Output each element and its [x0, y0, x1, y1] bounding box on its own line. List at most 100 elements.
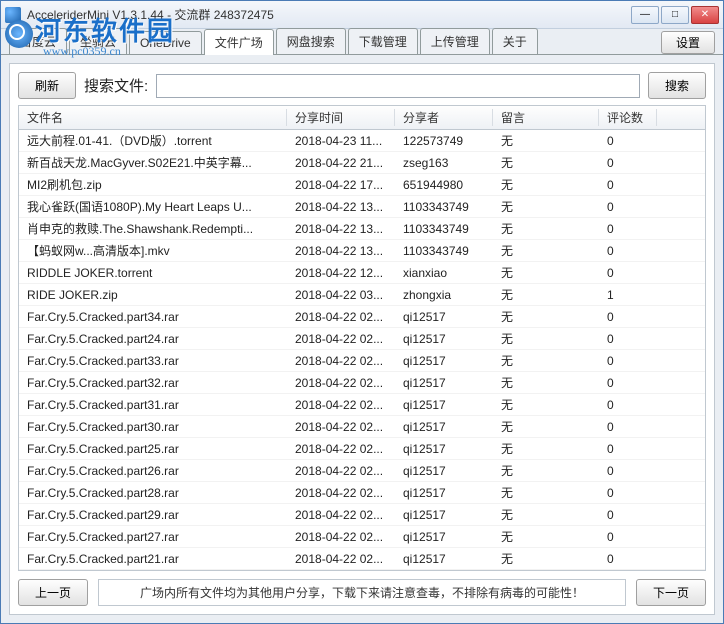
tab-bar: 百度云 坐骑云 OneDrive 文件广场 网盘搜索 下载管理 上传管理 关于 …: [1, 29, 723, 55]
table-row[interactable]: 新百战天龙.MacGyver.S02E21.中英字幕...2018-04-22 …: [19, 152, 705, 174]
cell-cnt: 0: [599, 332, 657, 346]
cell-filename: 远大前程.01-41.（DVD版）.torrent: [19, 132, 287, 149]
table-row[interactable]: 我心雀跃(国语1080P).My Heart Leaps U...2018-04…: [19, 196, 705, 218]
close-button[interactable]: ✕: [691, 6, 719, 24]
search-button[interactable]: 搜索: [648, 72, 706, 99]
cell-time: 2018-04-22 03...: [287, 288, 395, 302]
table-row[interactable]: Far.Cry.5.Cracked.part29.rar2018-04-22 0…: [19, 504, 705, 526]
table-row[interactable]: 肖申克的救赎.The.Shawshank.Redempti...2018-04-…: [19, 218, 705, 240]
cell-cnt: 0: [599, 222, 657, 236]
cell-msg: 无: [493, 286, 599, 303]
maximize-button[interactable]: □: [661, 6, 689, 24]
table-row[interactable]: Far.Cry.5.Cracked.part26.rar2018-04-22 0…: [19, 460, 705, 482]
search-label: 搜索文件:: [84, 75, 148, 96]
cell-filename: Far.Cry.5.Cracked.part32.rar: [19, 376, 287, 390]
tab-baiduyun[interactable]: 百度云: [9, 28, 67, 54]
next-page-button[interactable]: 下一页: [636, 579, 706, 606]
table-row[interactable]: Far.Cry.5.Cracked.part30.rar2018-04-22 0…: [19, 416, 705, 438]
col-sharer[interactable]: 分享者: [395, 109, 493, 126]
cell-filename: 我心雀跃(国语1080P).My Heart Leaps U...: [19, 198, 287, 215]
cell-sharer: zhongxia: [395, 288, 493, 302]
cell-sharer: qi12517: [395, 398, 493, 412]
table-row[interactable]: Far.Cry.5.Cracked.part21.rar2018-04-22 0…: [19, 548, 705, 570]
cell-cnt: 1: [599, 288, 657, 302]
cell-msg: 无: [493, 132, 599, 149]
tab-file-plaza[interactable]: 文件广场: [204, 29, 274, 55]
cell-msg: 无: [493, 220, 599, 237]
cell-msg: 无: [493, 484, 599, 501]
cell-sharer: qi12517: [395, 332, 493, 346]
col-comments[interactable]: 评论数: [599, 109, 657, 126]
cell-sharer: qi12517: [395, 442, 493, 456]
cell-msg: 无: [493, 154, 599, 171]
table-header: 文件名 分享时间 分享者 留言 评论数: [19, 106, 705, 130]
cell-msg: 无: [493, 462, 599, 479]
table-row[interactable]: Far.Cry.5.Cracked.part25.rar2018-04-22 0…: [19, 438, 705, 460]
cell-cnt: 0: [599, 442, 657, 456]
table-row[interactable]: Far.Cry.5.Cracked.part31.rar2018-04-22 0…: [19, 394, 705, 416]
tab-download-mgr[interactable]: 下载管理: [348, 28, 418, 54]
table-row[interactable]: Far.Cry.5.Cracked.part32.rar2018-04-22 0…: [19, 372, 705, 394]
cell-cnt: 0: [599, 200, 657, 214]
cell-time: 2018-04-22 02...: [287, 552, 395, 566]
cell-msg: 无: [493, 198, 599, 215]
cell-sharer: xianxiao: [395, 266, 493, 280]
tab-upload-mgr[interactable]: 上传管理: [420, 28, 490, 54]
cell-filename: Far.Cry.5.Cracked.part34.rar: [19, 310, 287, 324]
table-row[interactable]: RIDDLE JOKER.torrent2018-04-22 12...xian…: [19, 262, 705, 284]
cell-filename: RIDDLE JOKER.torrent: [19, 266, 287, 280]
cell-time: 2018-04-22 02...: [287, 442, 395, 456]
cell-filename: RIDE JOKER.zip: [19, 288, 287, 302]
cell-filename: Far.Cry.5.Cracked.part26.rar: [19, 464, 287, 478]
cell-msg: 无: [493, 418, 599, 435]
cell-cnt: 0: [599, 310, 657, 324]
cell-time: 2018-04-22 02...: [287, 376, 395, 390]
cell-cnt: 0: [599, 398, 657, 412]
window-title: AcceleriderMini V1.3.1.44 - 交流群 24837247…: [27, 6, 631, 23]
cell-cnt: 0: [599, 508, 657, 522]
table-row[interactable]: RIDE JOKER.zip2018-04-22 03...zhongxia无1: [19, 284, 705, 306]
cell-cnt: 0: [599, 420, 657, 434]
cell-cnt: 0: [599, 376, 657, 390]
cell-time: 2018-04-22 02...: [287, 530, 395, 544]
cell-sharer: qi12517: [395, 310, 493, 324]
table-row[interactable]: Far.Cry.5.Cracked.part34.rar2018-04-22 0…: [19, 306, 705, 328]
cell-time: 2018-04-22 12...: [287, 266, 395, 280]
cell-cnt: 0: [599, 464, 657, 478]
cell-msg: 无: [493, 374, 599, 391]
cell-cnt: 0: [599, 178, 657, 192]
cell-sharer: qi12517: [395, 508, 493, 522]
table-row[interactable]: Far.Cry.5.Cracked.part24.rar2018-04-22 0…: [19, 328, 705, 350]
app-window: AcceleriderMini V1.3.1.44 - 交流群 24837247…: [0, 0, 724, 624]
prev-page-button[interactable]: 上一页: [18, 579, 88, 606]
cell-cnt: 0: [599, 244, 657, 258]
table-row[interactable]: 【蚂蚁网w...高清版本].mkv2018-04-22 13...1103343…: [19, 240, 705, 262]
cell-filename: Far.Cry.5.Cracked.part25.rar: [19, 442, 287, 456]
cell-sharer: 122573749: [395, 134, 493, 148]
refresh-button[interactable]: 刷新: [18, 72, 76, 99]
col-filename[interactable]: 文件名: [19, 109, 287, 126]
tab-disk-search[interactable]: 网盘搜索: [276, 28, 346, 54]
tab-zuoqiyun[interactable]: 坐骑云: [69, 28, 127, 54]
table-row[interactable]: MI2刷机包.zip2018-04-22 17...651944980无0: [19, 174, 705, 196]
cell-time: 2018-04-22 02...: [287, 486, 395, 500]
table-row[interactable]: Far.Cry.5.Cracked.part33.rar2018-04-22 0…: [19, 350, 705, 372]
search-input[interactable]: [156, 74, 640, 98]
settings-button[interactable]: 设置: [661, 31, 715, 54]
app-icon: [5, 7, 21, 23]
minimize-button[interactable]: —: [631, 6, 659, 24]
cell-filename: Far.Cry.5.Cracked.part21.rar: [19, 552, 287, 566]
tab-onedrive[interactable]: OneDrive: [129, 31, 202, 54]
table-body[interactable]: 远大前程.01-41.（DVD版）.torrent2018-04-23 11..…: [19, 130, 705, 570]
col-message[interactable]: 留言: [493, 109, 599, 126]
cell-cnt: 0: [599, 552, 657, 566]
table-row[interactable]: 远大前程.01-41.（DVD版）.torrent2018-04-23 11..…: [19, 130, 705, 152]
table-row[interactable]: Far.Cry.5.Cracked.part28.rar2018-04-22 0…: [19, 482, 705, 504]
cell-filename: Far.Cry.5.Cracked.part29.rar: [19, 508, 287, 522]
cell-time: 2018-04-22 02...: [287, 508, 395, 522]
tab-about[interactable]: 关于: [492, 28, 538, 54]
col-sharetime[interactable]: 分享时间: [287, 109, 395, 126]
cell-cnt: 0: [599, 354, 657, 368]
table-row[interactable]: Far.Cry.5.Cracked.part27.rar2018-04-22 0…: [19, 526, 705, 548]
cell-sharer: qi12517: [395, 376, 493, 390]
